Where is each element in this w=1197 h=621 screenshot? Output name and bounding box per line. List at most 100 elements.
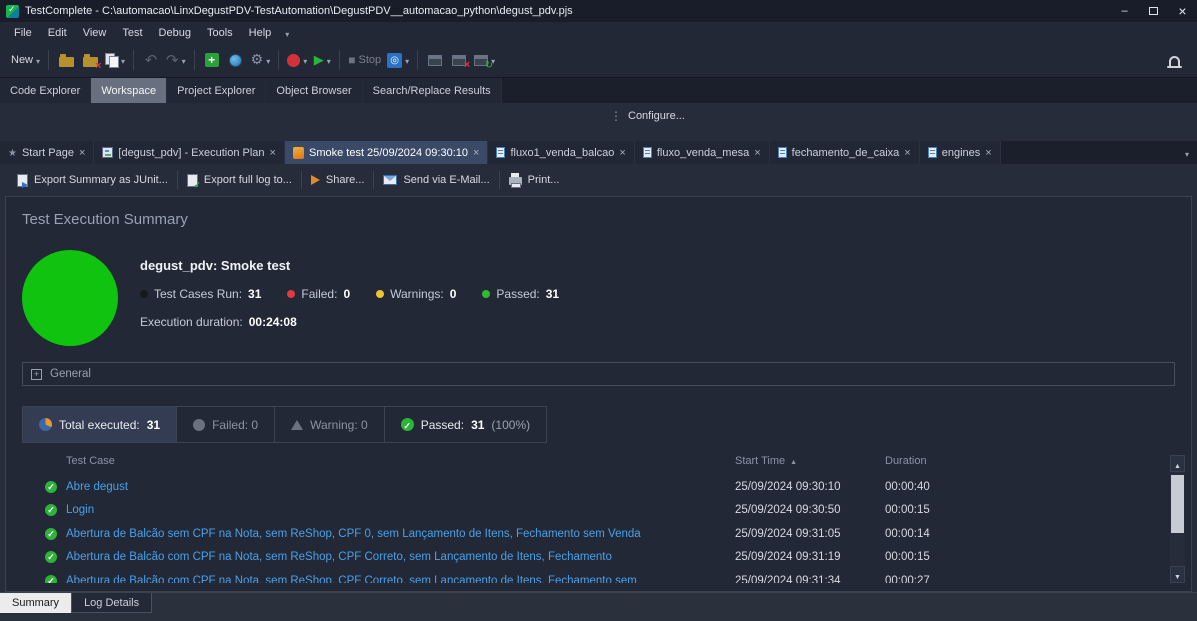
doc-tab-execution-plan[interactable]: [degust_pdv] - Execution Plan	[94, 141, 285, 164]
sort-asc-icon	[785, 455, 797, 467]
tab-close-icon[interactable]	[619, 147, 625, 159]
tab-close-icon[interactable]	[754, 147, 760, 159]
doc-tab-fechamento-de-caixa[interactable]: fechamento_de_caixa	[770, 141, 920, 164]
workspace-tab-strip: Code Explorer Workspace Project Explorer…	[0, 78, 1197, 103]
pie-chart-icon	[39, 418, 52, 431]
menu-debug[interactable]: Debug	[151, 22, 199, 43]
scroll-up-button[interactable]	[1170, 455, 1185, 472]
switch-window-button[interactable]	[471, 47, 498, 73]
open-file-button[interactable]	[54, 47, 78, 73]
run-selected-test-button[interactable]	[384, 47, 412, 73]
doc-tab-fluxo1-venda-balcao[interactable]: fluxo1_venda_balcao	[488, 141, 634, 164]
notifications-button[interactable]	[1159, 54, 1189, 66]
menu-edit[interactable]: Edit	[40, 22, 75, 43]
menu-overflow-button[interactable]	[279, 24, 295, 42]
paste-button[interactable]	[102, 47, 128, 73]
filter-failed[interactable]: Failed: 0	[177, 406, 275, 443]
tab-close-icon[interactable]	[270, 147, 276, 159]
table-row[interactable]: Abre degust 25/09/2024 09:30:10 00:00:40	[20, 475, 1167, 499]
chevron-down-icon	[303, 51, 307, 69]
record-button[interactable]	[284, 47, 310, 73]
show-window-button[interactable]	[423, 47, 447, 73]
column-start-time[interactable]: Start Time	[735, 455, 885, 467]
add-new-item-button[interactable]	[200, 47, 224, 73]
print-button[interactable]: Print...	[500, 168, 569, 192]
doc-tab-engines[interactable]: engines	[920, 141, 1001, 164]
menu-file[interactable]: File	[6, 22, 40, 43]
minimize-button[interactable]	[1110, 0, 1139, 22]
tab-close-icon[interactable]	[79, 147, 85, 159]
duration-cell: 00:00:15	[885, 504, 1167, 516]
tab-close-icon[interactable]	[473, 147, 479, 159]
tab-list-dropdown-button[interactable]	[1177, 141, 1197, 164]
passed-check-icon	[45, 528, 57, 540]
export-log-icon	[187, 174, 198, 187]
close-window-button[interactable]	[447, 47, 471, 73]
duration-cell: 00:00:27	[885, 575, 1167, 583]
export-full-log-button[interactable]: Export full log to...	[178, 168, 301, 192]
table-row[interactable]: Abertura de Balcão com CPF na Nota, sem …	[20, 569, 1167, 583]
doc-tab-smoke-test-log[interactable]: Smoke test 25/09/2024 09:30:10	[285, 141, 488, 164]
tab-project-explorer[interactable]: Project Explorer	[167, 78, 266, 103]
close-button[interactable]	[1168, 0, 1197, 22]
export-junit-button[interactable]: Export Summary as JUnit...	[8, 168, 177, 192]
run-button[interactable]	[310, 47, 334, 73]
script-icon	[778, 147, 787, 158]
checkpoint-button[interactable]	[224, 47, 248, 73]
filter-passed[interactable]: Passed: 31 (100%)	[385, 406, 547, 443]
options-button[interactable]	[248, 47, 274, 73]
test-case-link[interactable]: Abertura de Balcão com CPF na Nota, sem …	[66, 551, 612, 563]
titlebar: TestComplete - C:\automacao\LinxDegustPD…	[0, 0, 1197, 22]
tab-close-icon[interactable]	[985, 147, 991, 159]
tab-object-browser[interactable]: Object Browser	[266, 78, 362, 103]
menu-help[interactable]: Help	[241, 22, 280, 43]
column-test-case[interactable]: Test Case	[20, 455, 735, 467]
filter-warning[interactable]: Warning: 0	[275, 406, 385, 443]
close-file-button[interactable]	[78, 47, 102, 73]
new-button[interactable]: New	[8, 47, 43, 73]
configure-strip: Configure...	[0, 103, 1197, 141]
table-row[interactable]: Abertura de Balcão sem CPF na Nota, sem …	[20, 522, 1167, 546]
test-case-link[interactable]: Abertura de Balcão com CPF na Nota, sem …	[66, 575, 637, 583]
maximize-button[interactable]	[1139, 0, 1168, 22]
passed-check-icon	[401, 418, 414, 431]
scrollbar-track[interactable]	[1170, 472, 1185, 566]
chevron-down-icon	[36, 51, 40, 69]
column-duration[interactable]: Duration	[885, 455, 1167, 467]
send-email-button[interactable]: Send via E-Mail...	[374, 168, 498, 192]
undo-button[interactable]	[139, 47, 163, 73]
tab-code-explorer[interactable]: Code Explorer	[0, 78, 91, 103]
general-section-header[interactable]: General	[22, 362, 1175, 386]
scroll-down-button[interactable]	[1170, 566, 1185, 583]
toolbar-separator	[133, 50, 134, 70]
start-time-cell: 25/09/2024 09:30:50	[735, 504, 885, 516]
log-actions-bar: Export Summary as JUnit... Export full l…	[0, 164, 1197, 196]
scrollbar-thumb[interactable]	[1171, 475, 1184, 533]
tab-summary[interactable]: Summary	[0, 593, 71, 613]
configure-label: Configure...	[628, 110, 685, 122]
stop-button[interactable]: Stop	[345, 47, 384, 73]
tab-search-replace-results[interactable]: Search/Replace Results	[363, 78, 502, 103]
toolbar-separator	[194, 50, 195, 70]
vertical-scrollbar[interactable]	[1170, 455, 1185, 583]
test-case-link[interactable]: Abertura de Balcão sem CPF na Nota, sem …	[66, 528, 641, 540]
doc-tab-fluxo-venda-mesa[interactable]: fluxo_venda_mesa	[635, 141, 770, 164]
test-case-link[interactable]: Login	[66, 504, 94, 516]
duration-cell: 00:00:15	[885, 551, 1167, 563]
table-row[interactable]: Abertura de Balcão com CPF na Nota, sem …	[20, 546, 1167, 570]
menu-tools[interactable]: Tools	[199, 22, 241, 43]
table-row[interactable]: Login 25/09/2024 09:30:50 00:00:15	[20, 499, 1167, 523]
tab-close-icon[interactable]	[904, 147, 910, 159]
menu-view[interactable]: View	[75, 22, 115, 43]
doc-tab-start-page[interactable]: Start Page	[0, 141, 94, 164]
menu-test[interactable]: Test	[114, 22, 150, 43]
window-icon	[428, 55, 442, 66]
share-button[interactable]: Share...	[302, 168, 374, 192]
tab-workspace[interactable]: Workspace	[91, 78, 167, 103]
add-item-icon	[205, 53, 219, 67]
test-case-link[interactable]: Abre degust	[66, 481, 128, 493]
configure-button[interactable]: Configure...	[610, 109, 685, 123]
tab-log-details[interactable]: Log Details	[71, 593, 152, 613]
filter-total-executed[interactable]: Total executed: 31	[22, 406, 177, 443]
redo-button[interactable]	[163, 47, 189, 73]
